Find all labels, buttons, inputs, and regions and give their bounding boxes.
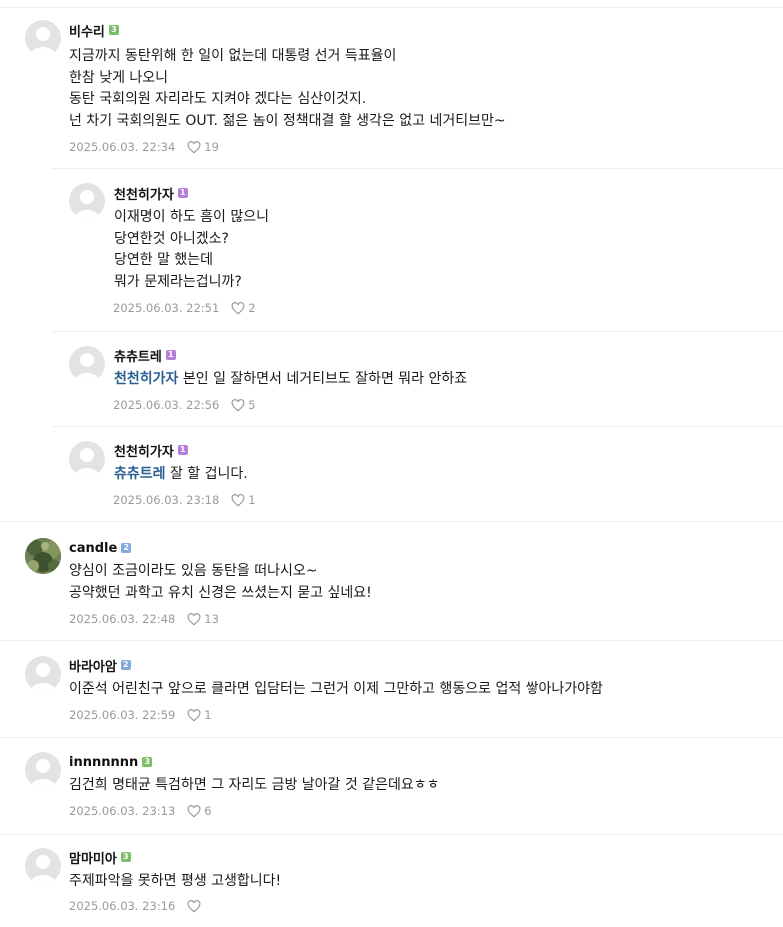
comment-date: 2025.06.03. 23:16 <box>69 899 176 913</box>
like-count: 1 <box>204 708 212 722</box>
level-badge: 3 <box>108 25 119 35</box>
avatar[interactable] <box>25 752 61 788</box>
like-count: 5 <box>248 398 256 412</box>
comment-date: 2025.06.03. 22:34 <box>69 140 176 154</box>
comment-nickname[interactable]: 천천히가자 <box>114 441 174 460</box>
heart-icon <box>231 398 245 412</box>
comment-nickname[interactable]: 츄츄트레 <box>114 346 162 365</box>
comment-nickname[interactable]: 맘마미아 <box>69 848 117 867</box>
avatar[interactable] <box>25 848 61 884</box>
comment-date: 2025.06.03. 23:18 <box>113 493 220 507</box>
comment-date: 2025.06.03. 22:48 <box>69 612 176 626</box>
comment-nickname[interactable]: innnnnnn <box>69 755 138 770</box>
level-badge: 1 <box>177 188 188 198</box>
comment-text: 이재명이 하도 흠이 많으니 당연한것 아니겠소? 당연한 말 했는데 뭐가 문… <box>114 209 270 290</box>
avatar[interactable] <box>25 656 61 692</box>
comment-date: 2025.06.03. 22:56 <box>113 398 220 412</box>
comment-nickname[interactable]: 바라아암 <box>69 656 117 675</box>
comment-date: 2025.06.03. 22:51 <box>113 301 220 315</box>
heart-icon <box>231 493 245 507</box>
comment-item: 비수리 3 지금까지 동탄위해 한 일이 없는데 대통령 선거 득표율이 한참 … <box>0 7 783 168</box>
heart-icon <box>231 301 245 315</box>
avatar[interactable] <box>69 441 105 477</box>
like-button[interactable] <box>187 899 204 913</box>
comment-text: 천천히가자 본인 일 잘하면서 네거티브도 잘하면 뭐라 안하죠 <box>114 371 468 387</box>
like-button[interactable]: 2 <box>231 301 256 315</box>
like-button[interactable]: 19 <box>187 140 219 154</box>
comment-item: 맘마미아 3 주제파악을 못하면 평생 고생합니다! 2025.06.03. 2… <box>0 834 783 927</box>
comment-nickname[interactable]: 천천히가자 <box>114 184 174 203</box>
like-count: 2 <box>248 301 256 315</box>
comment-date: 2025.06.03. 22:59 <box>69 708 176 722</box>
comment-text: 이준석 어린친구 앞으로 클라면 입담터는 그런거 이제 그만하고 행동으로 업… <box>69 681 603 697</box>
avatar[interactable] <box>69 346 105 382</box>
comment-nickname[interactable]: candle <box>69 541 117 556</box>
level-badge: 2 <box>120 660 131 670</box>
comment-date: 2025.06.03. 23:13 <box>69 804 176 818</box>
mention-link[interactable]: 천천히가자 <box>114 371 178 387</box>
mention-link[interactable]: 츄츄트레 <box>114 466 166 482</box>
comment-text: 지금까지 동탄위해 한 일이 없는데 대통령 선거 득표율이 한참 낮게 나오니… <box>69 48 506 129</box>
comment-text: 김건희 명태균 특검하면 그 자리도 금방 날아갈 것 같은데요ㅎㅎ <box>69 777 440 793</box>
like-button[interactable]: 1 <box>187 708 212 722</box>
like-button[interactable]: 6 <box>187 804 212 818</box>
comment-text: 주제파악을 못하면 평생 고생합니다! <box>69 873 282 889</box>
avatar[interactable] <box>69 183 105 219</box>
like-button[interactable]: 1 <box>231 493 256 507</box>
profile-photo <box>25 538 61 574</box>
reply-item: 츄츄트레 1 천천히가자 본인 일 잘하면서 네거티브도 잘하면 뭐라 안하죠 … <box>52 331 783 426</box>
heart-icon <box>187 612 201 626</box>
like-count: 1 <box>248 493 256 507</box>
comment-item: innnnnnn 3 김건희 명태균 특검하면 그 자리도 금방 날아갈 것 같… <box>0 737 783 834</box>
reply-item: 천천히가자 1 츄츄트레 잘 할 겁니다. 2025.06.03. 23:18 … <box>52 426 783 521</box>
like-count: 13 <box>204 612 219 626</box>
avatar[interactable] <box>25 20 61 56</box>
comment-item: candle 2 양심이 조금이라도 있음 동탄을 떠나시오~ 공약했던 과학고… <box>0 521 783 640</box>
heart-icon <box>187 708 201 722</box>
avatar[interactable] <box>25 538 61 574</box>
level-badge: 1 <box>165 350 176 360</box>
heart-icon <box>187 804 201 818</box>
like-count: 6 <box>204 804 212 818</box>
comment-thread: 비수리 3 지금까지 동탄위해 한 일이 없는데 대통령 선거 득표율이 한참 … <box>0 0 783 926</box>
level-badge: 1 <box>177 445 188 455</box>
comment-text: 츄츄트레 잘 할 겁니다. <box>114 466 248 482</box>
heart-icon <box>187 140 201 154</box>
level-badge: 2 <box>121 543 132 553</box>
comment-text: 양심이 조금이라도 있음 동탄을 떠나시오~ 공약했던 과학고 유치 신경은 쓰… <box>69 563 372 601</box>
like-count: 19 <box>204 140 219 154</box>
comment-item: 바라아암 2 이준석 어린친구 앞으로 클라면 입담터는 그런거 이제 그만하고… <box>0 640 783 737</box>
heart-icon <box>187 899 201 913</box>
level-badge: 3 <box>142 757 153 767</box>
level-badge: 3 <box>120 852 131 862</box>
comment-nickname[interactable]: 비수리 <box>69 21 105 40</box>
reply-item: 천천히가자 1 이재명이 하도 흠이 많으니 당연한것 아니겠소? 당연한 말 … <box>52 168 783 331</box>
like-button[interactable]: 5 <box>231 398 256 412</box>
like-button[interactable]: 13 <box>187 612 219 626</box>
